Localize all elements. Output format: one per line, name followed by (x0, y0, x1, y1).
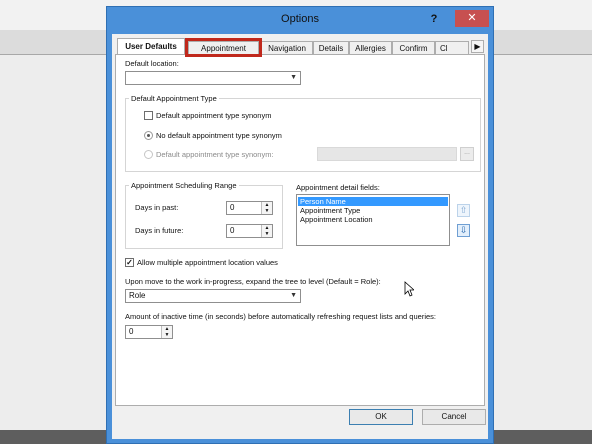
tab-cl[interactable]: Cl (435, 41, 469, 54)
inactive-time-spin-buttons: ▲ ▼ (161, 326, 172, 338)
browse-synonym-button[interactable]: ... (460, 147, 474, 161)
default-appointment-type-group: Default Appointment Type Default appoint… (125, 94, 481, 172)
tab-user-defaults[interactable]: User Defaults (117, 38, 185, 54)
appointment-type-synonym-label: Default appointment type synonym (156, 111, 272, 120)
days-past-spin-buttons: ▲ ▼ (261, 202, 272, 214)
dialog-client-area: User Defaults Appointment Navigation Det… (112, 34, 488, 439)
list-item[interactable]: Appointment Location (298, 215, 448, 224)
scheduling-range-group: Appointment Scheduling Range Days in pas… (125, 181, 283, 249)
days-future-label: Days in future: (135, 226, 184, 235)
chevron-down-icon[interactable]: ▼ (290, 290, 297, 302)
days-past-stepper[interactable]: 0 ▲ ▼ (226, 201, 273, 215)
default-synonym-radio-label: Default appointment type synonym: (156, 150, 274, 159)
no-default-synonym-radio[interactable] (144, 131, 153, 140)
expand-tree-combo[interactable]: Role ▼ (125, 289, 301, 303)
mouse-pointer-icon (404, 281, 414, 297)
tab-strip: User Defaults Appointment Navigation Det… (115, 38, 485, 57)
appointment-type-synonym-checkbox[interactable] (144, 111, 153, 120)
detail-fields-label: Appointment detail fields: (296, 183, 380, 192)
spin-down-icon[interactable]: ▼ (262, 231, 272, 237)
cancel-button[interactable]: Cancel (422, 409, 486, 425)
default-synonym-field (317, 147, 457, 161)
tab-scroll-right-icon[interactable]: ▶ (471, 40, 484, 53)
default-synonym-radio[interactable] (144, 150, 153, 159)
detail-fields-list[interactable]: Person Name Appointment Type Appointment… (296, 194, 450, 246)
default-location-combo[interactable]: ▼ (125, 71, 301, 85)
days-past-value: 0 (230, 203, 235, 212)
user-defaults-panel: Default location: ▼ Default Appointment … (115, 54, 485, 406)
tab-details[interactable]: Details (313, 41, 349, 54)
default-location-label: Default location: (125, 59, 179, 68)
list-item[interactable]: Appointment Type (298, 206, 448, 215)
spin-down-icon[interactable]: ▼ (162, 332, 172, 338)
expand-tree-value: Role (129, 291, 146, 300)
allow-multiple-checkbox[interactable]: ✓ (125, 258, 134, 267)
list-item[interactable]: Person Name (298, 197, 448, 206)
inactive-time-value: 0 (129, 327, 134, 336)
ok-button[interactable]: OK (349, 409, 413, 425)
tab-navigation[interactable]: Navigation (261, 41, 313, 54)
allow-multiple-label: Allow multiple appointment location valu… (137, 258, 278, 267)
days-future-spin-buttons: ▲ ▼ (261, 225, 272, 237)
spin-down-icon[interactable]: ▼ (262, 208, 272, 214)
tab-confirm[interactable]: Confirm (392, 41, 435, 54)
options-dialog: Options ? ✕ User Defaults Appointment Na… (106, 6, 494, 444)
days-future-value: 0 (230, 226, 235, 235)
group-title-scheduling-range: Appointment Scheduling Range (129, 181, 239, 190)
inactive-time-stepper[interactable]: 0 ▲ ▼ (125, 325, 173, 339)
tab-allergies[interactable]: Allergies (349, 41, 392, 54)
days-future-stepper[interactable]: 0 ▲ ▼ (226, 224, 273, 238)
inactive-time-label: Amount of inactive time (in seconds) bef… (125, 312, 436, 321)
close-button[interactable]: ✕ (455, 10, 489, 27)
chevron-down-icon[interactable]: ▼ (290, 72, 297, 84)
help-button[interactable]: ? (427, 11, 441, 27)
days-past-label: Days in past: (135, 203, 179, 212)
title-bar[interactable]: Options ? ✕ (107, 7, 493, 33)
move-up-arrow-icon[interactable]: ⇧ (457, 204, 470, 217)
tab-appointment[interactable]: Appointment (185, 38, 262, 57)
group-title-appointment-type: Default Appointment Type (129, 94, 219, 103)
no-default-synonym-label: No default appointment type synonym (156, 131, 282, 140)
expand-tree-label: Upon move to the work in-progress, expan… (125, 277, 381, 286)
move-down-arrow-icon[interactable]: ⇩ (457, 224, 470, 237)
